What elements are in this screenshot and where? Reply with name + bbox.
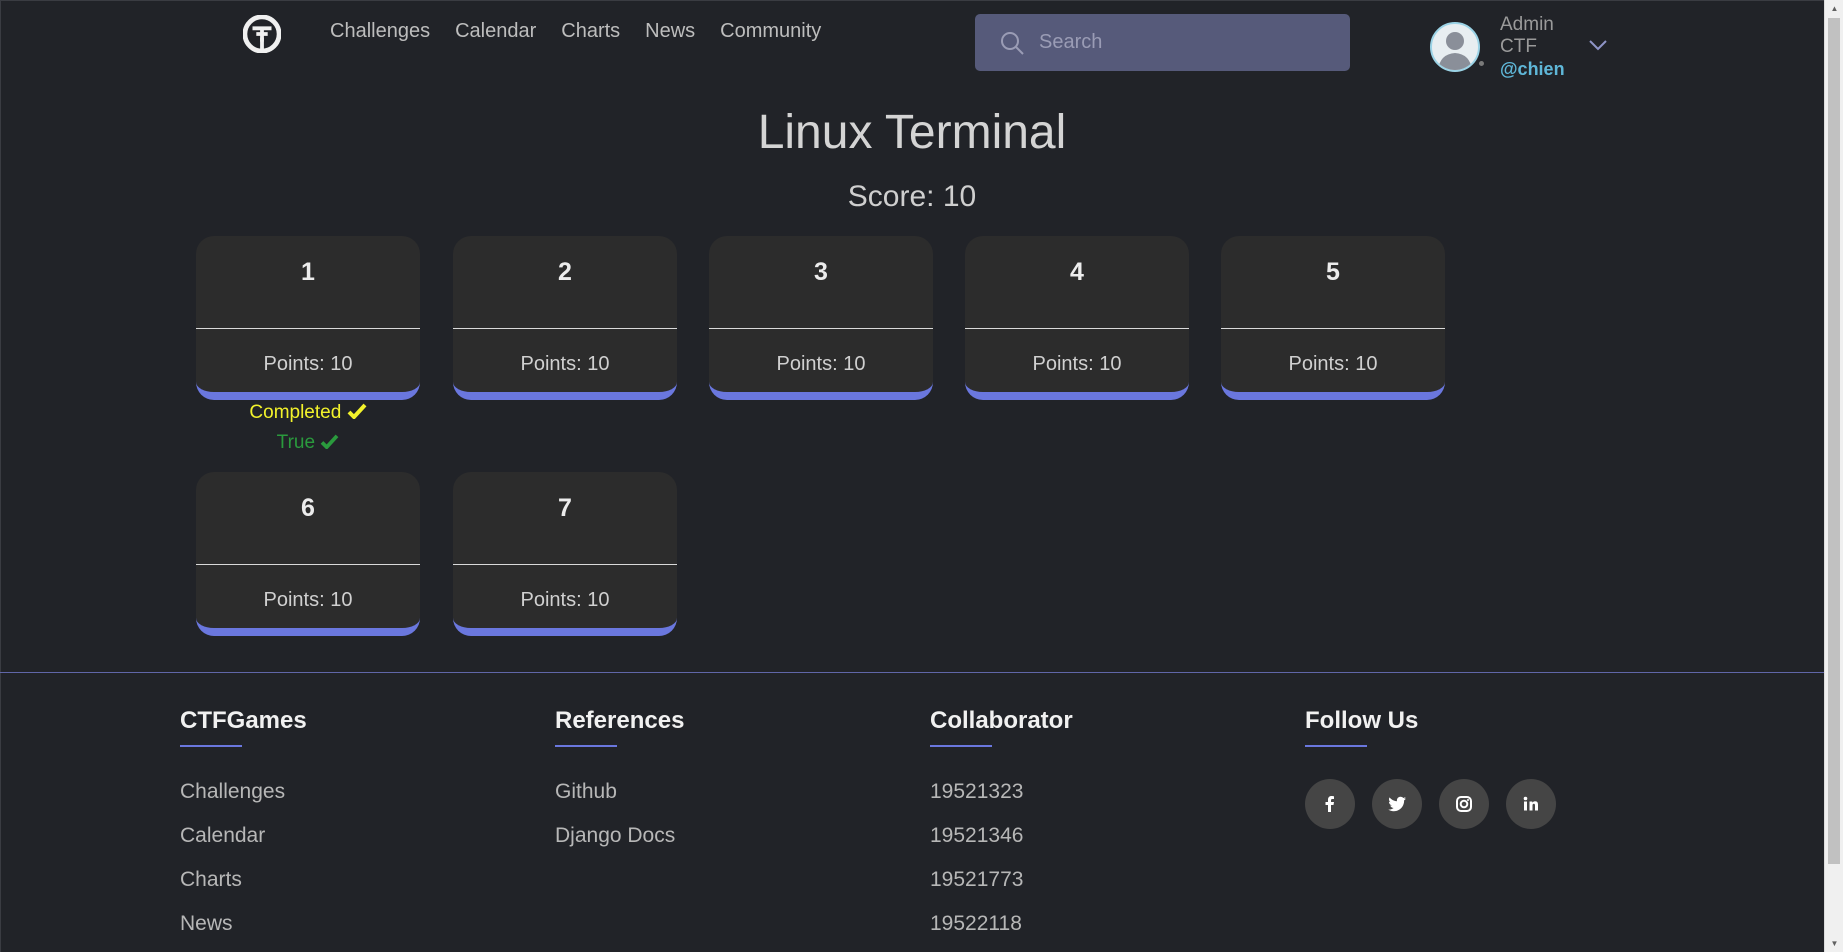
twitter-icon — [1388, 796, 1406, 812]
challenge-card-6[interactable]: 6 Points: 10 — [196, 472, 420, 636]
challenge-points: Points: 10 — [520, 589, 610, 611]
vertical-scrollbar[interactable]: ▲ ▼ — [1824, 0, 1843, 952]
heading-underline — [555, 745, 617, 747]
challenge-number: 3 — [814, 258, 828, 286]
footer-heading: CTFGames — [180, 707, 307, 734]
challenge-number: 6 — [301, 494, 315, 522]
user-silhouette-icon — [1438, 32, 1472, 70]
header: Challenges Calendar Charts News Communit… — [0, 0, 1824, 80]
challenge-points: Points: 10 — [520, 353, 610, 375]
footer-col-ctfgames: CTFGames Challenges Calendar Charts News — [180, 707, 307, 952]
card-divider — [709, 328, 933, 329]
scroll-thumb[interactable] — [1828, 18, 1840, 864]
search-input[interactable] — [1039, 31, 1319, 54]
card-divider — [453, 564, 677, 565]
footer-link-calendar[interactable]: Calendar — [180, 823, 307, 867]
search-icon — [1001, 31, 1024, 55]
challenge-points: Points: 10 — [1032, 353, 1122, 375]
collaborator-id: 19522118 — [930, 912, 1022, 935]
footer-heading: References — [555, 707, 685, 734]
footer-link-charts[interactable]: Charts — [180, 867, 307, 911]
nav-news[interactable]: News — [645, 20, 695, 43]
instagram-icon — [1456, 796, 1472, 812]
footer-link-django-docs[interactable]: Django Docs — [555, 823, 684, 867]
check-icon — [321, 434, 339, 450]
challenge-card-4[interactable]: 4 Points: 10 — [965, 236, 1189, 400]
twitter-button[interactable] — [1372, 779, 1422, 829]
card-divider — [196, 564, 420, 565]
card-divider — [453, 328, 677, 329]
collaborator-id: 19521773 — [930, 868, 1024, 891]
challenge-card-7[interactable]: 7 Points: 10 — [453, 472, 677, 636]
user-menu[interactable]: Admin CTF @chien — [1430, 14, 1570, 80]
challenge-number: 7 — [558, 494, 572, 522]
check-icon — [347, 403, 367, 420]
linkedin-button[interactable] — [1506, 779, 1556, 829]
footer-link-github[interactable]: Github — [555, 779, 684, 823]
logo-icon[interactable] — [243, 15, 281, 53]
challenge-number: 2 — [558, 258, 572, 286]
footer-link-challenges[interactable]: Challenges — [180, 779, 307, 823]
scroll-up-icon[interactable]: ▲ — [1825, 0, 1843, 17]
challenge-points: Points: 10 — [263, 589, 353, 611]
avatar[interactable] — [1430, 22, 1480, 72]
main-nav: Challenges Calendar Charts News Communit… — [330, 20, 821, 43]
nav-challenges[interactable]: Challenges — [330, 20, 430, 43]
footer-heading: Collaborator — [930, 707, 1073, 734]
challenge-card-3[interactable]: 3 Points: 10 — [709, 236, 933, 400]
heading-underline — [180, 745, 242, 747]
footer-col-collaborator: Collaborator 19521323 19521346 19521773 … — [930, 707, 1073, 952]
challenge-points: Points: 10 — [263, 353, 353, 375]
challenge-points: Points: 10 — [1288, 353, 1378, 375]
footer-link-news[interactable]: News — [180, 911, 307, 952]
user-name: Admin CTF — [1500, 14, 1554, 57]
heading-underline — [930, 745, 992, 747]
card-divider — [1221, 328, 1445, 329]
nav-calendar[interactable]: Calendar — [455, 20, 536, 43]
collaborator-id: 19521346 — [930, 824, 1024, 847]
card-divider — [965, 328, 1189, 329]
facebook-button[interactable] — [1305, 779, 1355, 829]
result-status: True — [196, 432, 420, 454]
search-box[interactable] — [975, 14, 1350, 71]
page-title: Linux Terminal — [757, 106, 1067, 159]
result-label: True — [276, 432, 316, 453]
linkedin-icon — [1523, 796, 1538, 811]
facebook-icon — [1325, 796, 1334, 812]
completed-label: Completed — [249, 402, 342, 423]
challenge-number: 5 — [1326, 258, 1340, 286]
footer-col-follow: Follow Us — [1305, 707, 1556, 829]
score-display: Score: 10 — [847, 180, 977, 213]
footer-heading: Follow Us — [1305, 707, 1419, 734]
challenge-number: 4 — [1070, 258, 1084, 286]
footer: CTFGames Challenges Calendar Charts News… — [0, 672, 1824, 952]
chevron-down-icon[interactable] — [1588, 38, 1608, 52]
status-dot — [1478, 60, 1485, 67]
card-divider — [196, 328, 420, 329]
challenge-points: Points: 10 — [776, 353, 866, 375]
nav-charts[interactable]: Charts — [561, 20, 620, 43]
user-handle: @chien — [1500, 59, 1565, 79]
user-info: Admin CTF @chien — [1500, 14, 1570, 80]
scroll-down-icon[interactable]: ▼ — [1825, 935, 1843, 952]
collaborator-id: 19521323 — [930, 780, 1024, 803]
challenge-number: 1 — [301, 258, 315, 286]
completed-status: Completed — [196, 402, 420, 424]
footer-col-references: References Github Django Docs — [555, 707, 684, 867]
challenge-card-5[interactable]: 5 Points: 10 — [1221, 236, 1445, 400]
heading-underline — [1305, 745, 1367, 747]
challenge-card-2[interactable]: 2 Points: 10 — [453, 236, 677, 400]
instagram-button[interactable] — [1439, 779, 1489, 829]
nav-community[interactable]: Community — [720, 20, 821, 43]
challenge-card-1[interactable]: 1 Points: 10 — [196, 236, 420, 400]
